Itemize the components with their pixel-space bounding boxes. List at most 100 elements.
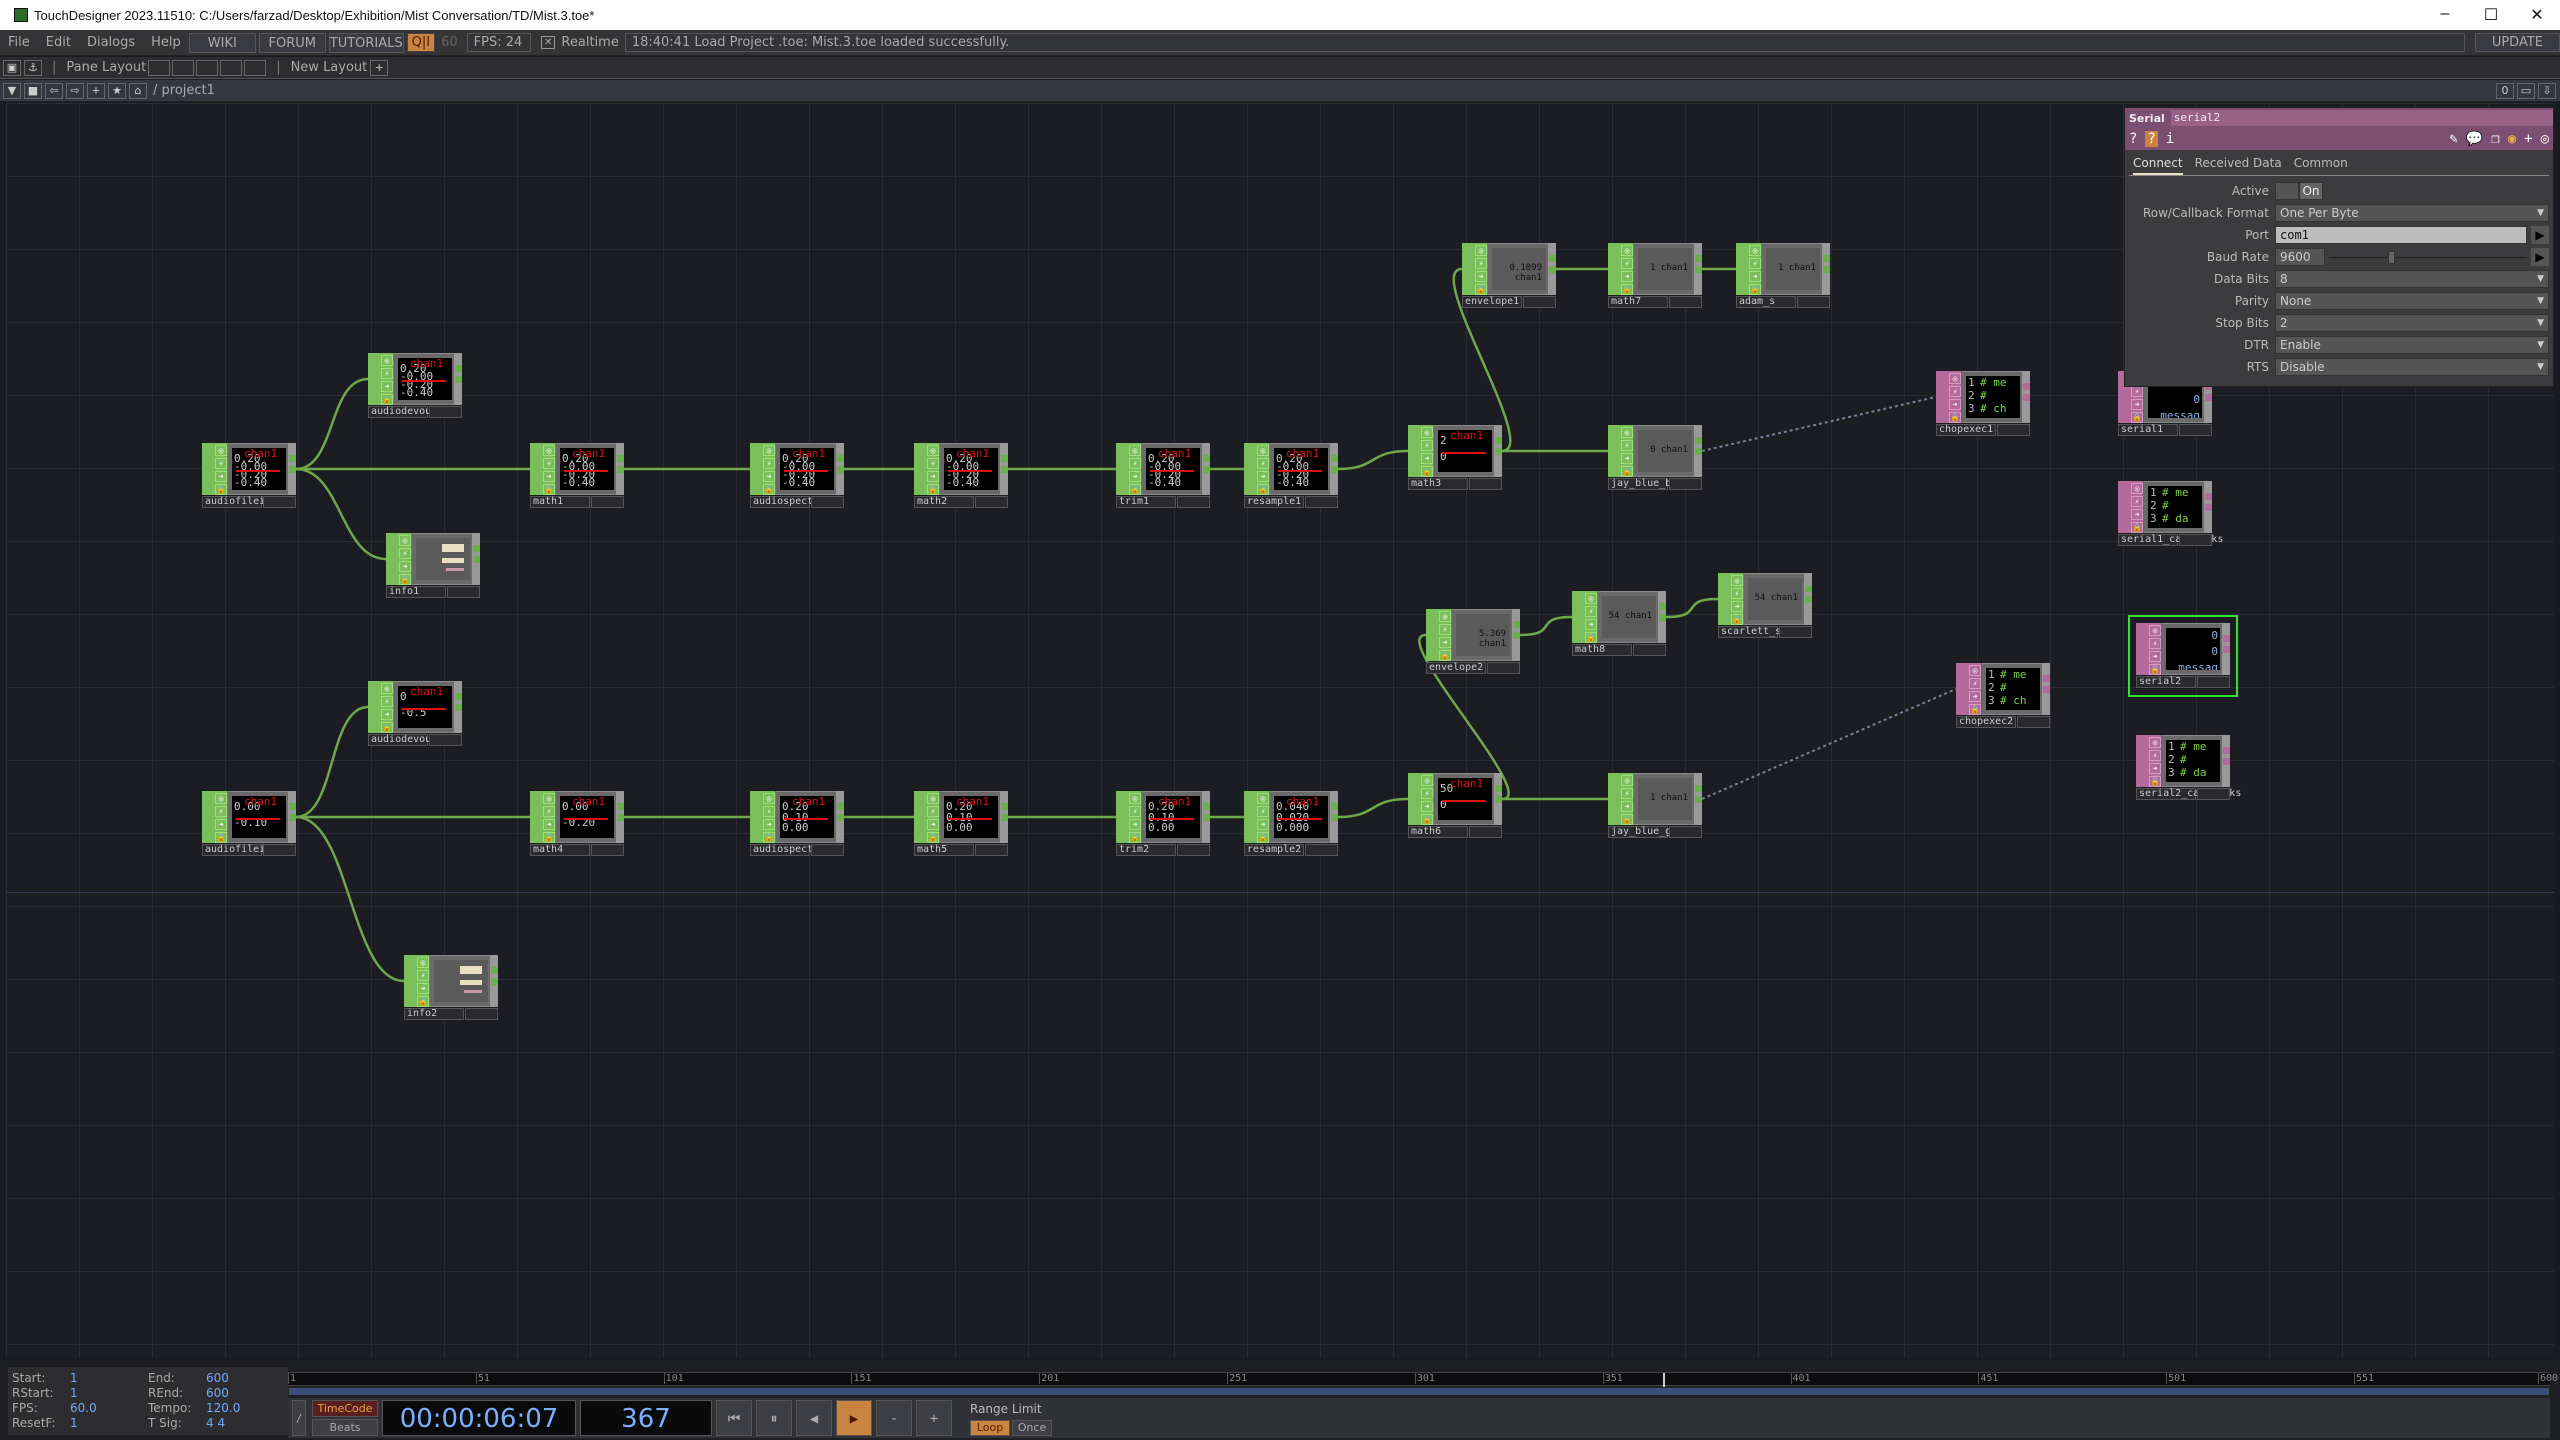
node-flags[interactable] — [447, 586, 480, 598]
node-serial2[interactable]: ◎ ⚡ ➜ 🔒 0 0 messag serial2 — [2128, 615, 2238, 697]
node-name[interactable]: math3 — [1408, 478, 1468, 490]
node-flags[interactable] — [591, 844, 624, 856]
node-flags-strip[interactable]: ◎ ⚡ ➜ 🔒 — [914, 443, 940, 495]
loop-button[interactable]: Loop — [970, 1420, 1010, 1436]
output-connector[interactable] — [1822, 243, 1830, 295]
node-flags[interactable] — [2179, 424, 2212, 436]
node-name[interactable]: math8 — [1572, 644, 1632, 656]
node-flags-strip[interactable]: ◎ ⚡ ➜ 🔒 — [1718, 573, 1744, 625]
output-connector[interactable] — [288, 443, 296, 495]
node-name[interactable]: math4 — [530, 844, 590, 856]
output-connector[interactable] — [2222, 735, 2230, 787]
node-math3[interactable]: ◎ ⚡ ➜ 🔒 2 0 chan1 math3 — [1408, 425, 1502, 491]
rewind-button[interactable]: ⏮ — [716, 1400, 752, 1436]
node-name[interactable]: info2 — [404, 1008, 464, 1020]
forum-button[interactable]: FORUM — [258, 32, 326, 53]
node-trim1[interactable]: ◎ ⚡ ➜ 🔒 0.20 -0.00 -0.20 -0.40 chan1 trim1 — [1116, 443, 1210, 509]
output-connector[interactable] — [454, 353, 462, 405]
target-icon[interactable]: ◎ — [2541, 131, 2549, 147]
output-connector[interactable] — [2204, 481, 2212, 533]
help-icon[interactable]: ? — [2129, 131, 2137, 147]
node-flags[interactable] — [1305, 496, 1338, 508]
node-flags[interactable] — [1305, 844, 1338, 856]
timecode-toggle[interactable]: / — [292, 1400, 306, 1436]
layout-split-vertical-button[interactable] — [172, 59, 195, 76]
node-name[interactable]: envelope2 — [1426, 662, 1486, 674]
node-math6[interactable]: ◎ ⚡ ➜ 🔒 50 0 chan1 math6 — [1408, 773, 1502, 839]
node-flags-strip[interactable]: ◎ ⚡ ➜ 🔒 — [1936, 371, 1962, 423]
output-connector[interactable] — [454, 681, 462, 733]
node-flags[interactable] — [1177, 496, 1210, 508]
node-flags-strip[interactable]: ◎ ⚡ ➜ 🔒 — [1608, 773, 1634, 825]
play-backward-button[interactable]: ◀ — [796, 1400, 832, 1436]
end-frame[interactable]: 600 — [206, 1371, 280, 1386]
output-connector[interactable] — [1202, 443, 1210, 495]
output-connector[interactable] — [490, 955, 498, 1007]
node-flags[interactable] — [1469, 478, 1502, 490]
output-connector[interactable] — [1548, 243, 1556, 295]
node-name[interactable]: resample1 — [1244, 496, 1304, 508]
output-connector[interactable] — [1494, 773, 1502, 825]
edit-icon[interactable]: ✎ — [2449, 131, 2457, 147]
parity-select[interactable]: None ▼ — [2275, 292, 2549, 310]
playhead[interactable] — [1662, 1373, 1665, 1387]
node-flags-strip[interactable]: ◎ ⚡ ➜ 🔒 — [202, 791, 228, 843]
node-flags[interactable] — [975, 496, 1008, 508]
python-icon[interactable]: ◉ — [2508, 131, 2516, 147]
node-audiodevout2[interactable]: ◎ ⚡ ➜ 🔒 0 -0.5 chan1 audiodevout2 — [368, 681, 462, 747]
wire-resample2-math6[interactable] — [1337, 797, 1409, 819]
node-name[interactable]: trim2 — [1116, 844, 1176, 856]
pane-download-icon[interactable]: ⇩ — [2538, 82, 2556, 99]
new-layout-plus-button[interactable]: + — [370, 59, 389, 76]
node-name[interactable]: jay_blue_b — [1608, 478, 1671, 490]
output-connector[interactable] — [1694, 243, 1702, 295]
node-name[interactable]: audiofilein2 — [202, 844, 277, 856]
back-icon[interactable]: ⇦ — [45, 82, 63, 99]
pause-button[interactable]: ⏸ — [756, 1400, 792, 1436]
output-connector[interactable] — [472, 533, 480, 585]
node-name[interactable]: audiospect1 — [750, 496, 819, 508]
node-name[interactable]: info1 — [386, 586, 446, 598]
node-name[interactable]: math2 — [914, 496, 974, 508]
node-math1[interactable]: ◎ ⚡ ➜ 🔒 0.20 -0.00 -0.20 -0.40 chan1 math1 — [530, 443, 624, 509]
node-flags[interactable] — [263, 844, 296, 856]
node-name[interactable]: trim1 — [1116, 496, 1176, 508]
step-forward-button[interactable]: + — [916, 1400, 952, 1436]
realtime-checkbox[interactable]: ✕ — [541, 36, 556, 49]
beats-button[interactable]: Beats — [312, 1419, 378, 1436]
star-icon[interactable]: ★ — [108, 82, 126, 99]
node-flags-strip[interactable]: ◎ ⚡ ➜ 🔒 — [1956, 663, 1982, 715]
node-envelope1[interactable]: ◎ ⚡ ➜ 🔒 0.1099 chan1 envelope1 — [1462, 243, 1556, 309]
home-icon[interactable]: ⌂ — [129, 82, 147, 99]
output-connector[interactable] — [1658, 591, 1666, 643]
output-connector[interactable] — [1330, 791, 1338, 843]
node-adam-s[interactable]: ◎ ⚡ ➜ 🔒 1 chan1 adam_s — [1736, 243, 1830, 309]
layout-quad-button[interactable] — [244, 59, 267, 76]
node-info2[interactable]: ◎ ⚡ ➜ 🔒 info2 — [404, 955, 498, 1021]
node-math2[interactable]: ◎ ⚡ ➜ 🔒 0.20 -0.00 -0.20 -0.40 chan1 math2 — [914, 443, 1008, 509]
network-path[interactable]: / project1 — [153, 83, 215, 98]
output-connector[interactable] — [288, 791, 296, 843]
node-flags[interactable] — [2197, 676, 2230, 688]
node-name[interactable]: serial1_callbacks — [2118, 534, 2223, 546]
node-name[interactable]: math1 — [530, 496, 590, 508]
output-connector[interactable] — [616, 791, 624, 843]
update-button[interactable]: UPDATE — [2474, 33, 2560, 52]
port-menu-arrow[interactable]: ▶ — [2531, 226, 2549, 244]
node-flags-strip[interactable]: ◎ ⚡ ➜ 🔒 — [1608, 243, 1634, 295]
node-flags-strip[interactable]: ◎ ⚡ ➜ 🔒 — [1116, 443, 1142, 495]
wire-audiofilein1-info1[interactable] — [295, 467, 387, 561]
node-name[interactable]: adam_s — [1736, 296, 1796, 308]
node-flags[interactable] — [1177, 844, 1210, 856]
node-audiospect1[interactable]: ◎ ⚡ ➜ 🔒 0.20 -0.00 -0.20 -0.40 chan1 audiospect1 — [750, 443, 844, 509]
clipboard-icon[interactable]: ❐ — [2491, 131, 2499, 147]
node-name[interactable]: serial2 — [2136, 676, 2196, 688]
node-flags-strip[interactable]: ◎ ⚡ ➜ 🔒 — [750, 791, 776, 843]
node-envelope2[interactable]: ◎ ⚡ ➜ 🔒 5.369 chan1 envelope2 — [1426, 609, 1520, 675]
node-flags[interactable] — [1523, 296, 1556, 308]
reset-frame[interactable]: 1 — [70, 1416, 144, 1431]
node-name[interactable]: chopexec1 — [1936, 424, 1996, 436]
node-chopexec2[interactable]: ◎ ⚡ ➜ 🔒 1 # me 2 #3 # ch chopexec2 — [1956, 663, 2050, 729]
node-flags[interactable] — [2179, 534, 2212, 546]
node-name[interactable]: scarlett_s — [1718, 626, 1781, 638]
